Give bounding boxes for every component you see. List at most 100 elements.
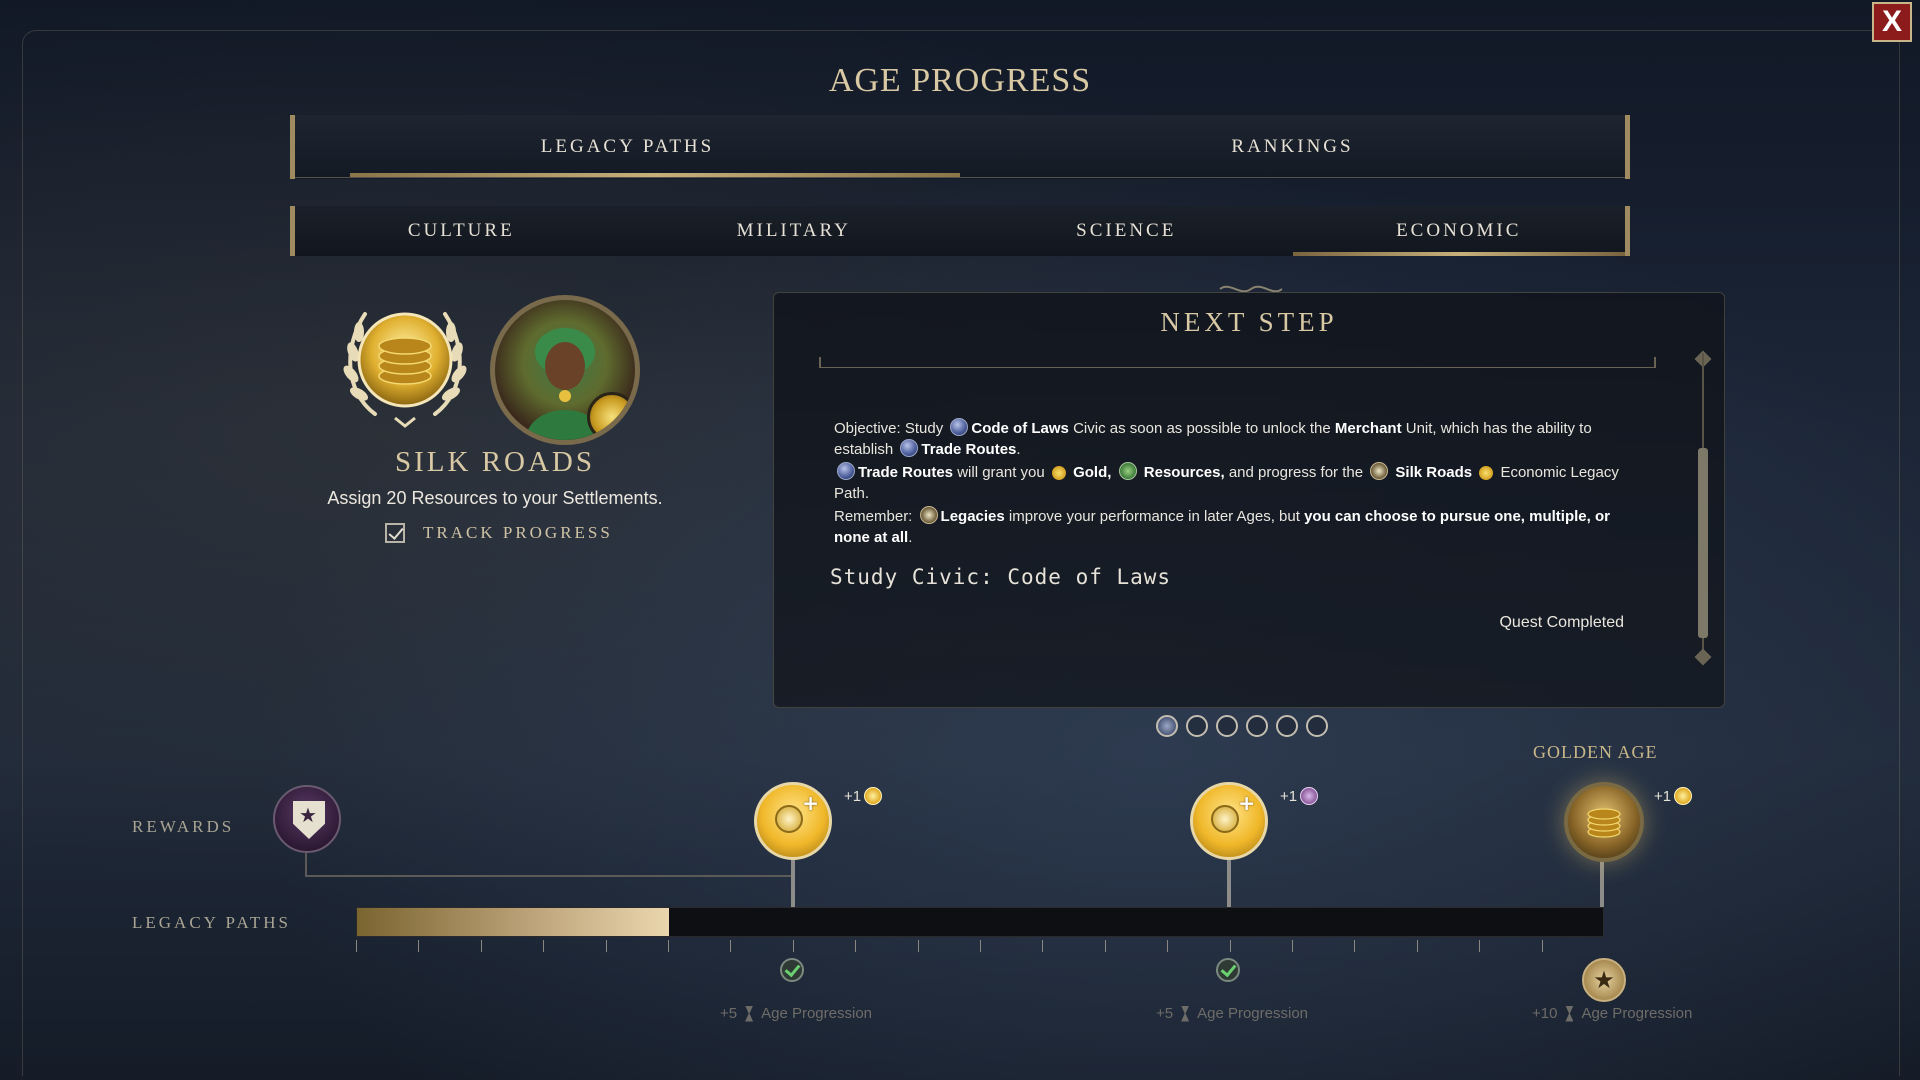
reward-bonus-value: +1 [844,787,862,805]
legacy-icon [1370,462,1389,480]
gold-icon [1051,466,1066,480]
pager-dot[interactable] [1156,715,1178,737]
progress-tick [1479,940,1481,952]
tabs-divider [295,177,1625,178]
reward-bonus-value: +1 [1280,787,1298,805]
age-progression-text: Age Progression [1197,1005,1309,1022]
code-of-laws-keyword: Code of Laws [971,420,1069,437]
pager-dot[interactable] [1216,715,1238,737]
age-progression-2: +5 Age Progression [1156,1005,1308,1022]
coin-stack-icon [1587,808,1621,838]
resources-keyword: Resources, [1143,464,1225,481]
civic-icon [950,418,969,436]
legacy-path-name: SILK ROADS [395,446,595,478]
milestone-stem [1227,858,1231,908]
progress-tick [980,940,981,952]
text-segment: Civic as soon as possible to unlock the [1073,420,1331,437]
progress-tick [1354,940,1356,952]
page-title: AGE PROGRESS [828,62,1092,99]
plus-icon: + [802,791,819,815]
text-segment: will grant you [957,464,1045,481]
gold-icon [864,787,883,805]
progress-tick [1042,940,1044,952]
tab-economic[interactable]: ECONOMIC [1292,206,1626,256]
progress-tick [1104,940,1106,952]
gold-icon [1674,787,1693,805]
shield-star-icon [293,801,325,839]
hourglass-icon [1565,1005,1574,1022]
reward-connector [305,853,307,877]
reward-connector [305,875,795,877]
trade-routes-keyword: Trade Routes [858,464,954,481]
progress-tick [480,940,482,952]
milestone-complete-check-icon [780,958,804,982]
golden-age-label: GOLDEN AGE [1533,742,1658,762]
text-segment: . [1016,441,1021,458]
gold-keyword: Gold, [1073,464,1112,481]
objective-line-2: Trade Routes will grant you Gold, Resour… [834,462,1634,504]
scrollbar-thumb[interactable] [1698,448,1708,638]
progress-tick [730,940,732,952]
legacy-paths-label: LEGACY PATHS [132,913,291,932]
reward-bonus-value: +1 [1654,787,1672,805]
track-progress-label: TRACK PROGRESS [423,523,613,542]
golden-age-star-icon: ★ [1582,958,1626,1002]
coin-icon [1211,805,1239,833]
progress-tick [605,940,607,952]
trade-route-icon [900,439,919,457]
progress-tick [1416,940,1418,952]
tab-culture[interactable]: CULTURE [295,206,628,256]
leader-portrait [490,295,640,445]
starting-reward-badge[interactable] [273,785,341,853]
progress-tick [1541,940,1543,952]
text-segment: . [908,529,913,546]
age-progression-3: +10 Age Progression [1532,1005,1692,1022]
age-progression-text: Age Progression [761,1005,873,1022]
progress-tick [356,940,357,952]
progress-tick [1167,940,1169,952]
tab-science[interactable]: SCIENCE [960,206,1293,256]
gold-coin-icon [587,392,635,440]
objective-line-1: Objective: Study Code of Laws Civic as s… [834,418,1634,460]
tab-legacy-paths[interactable]: LEGACY PATHS [295,115,960,179]
silk-roads-keyword: Silk Roads [1395,464,1473,481]
main-tabs: LEGACY PATHS RANKINGS [290,115,1630,179]
pager-dot[interactable] [1306,715,1328,737]
objective-line-3: Remember: Legacies improve your performa… [834,506,1634,548]
close-button[interactable]: X [1872,2,1912,42]
quest-objective: Study Civic: Code of Laws [830,565,1172,589]
plus-icon: + [1238,791,1255,815]
milestone-stem [791,858,795,908]
pager-dot[interactable] [1246,715,1268,737]
rewards-label: REWARDS [132,817,235,836]
economic-wreath-icon [343,312,467,428]
pager-dot[interactable] [1186,715,1208,737]
milestone-stem [1600,858,1604,908]
legacies-keyword: Legacies [940,508,1005,525]
hourglass-icon [1181,1005,1190,1022]
reward-bonus-1: +1 [844,787,883,805]
age-points: +5 [720,1005,738,1022]
progress-tick [1292,940,1293,952]
tab-military[interactable]: MILITARY [628,206,961,256]
milestone-reward-1[interactable]: + [754,782,832,860]
coin-icon [775,805,803,833]
golden-age-reward[interactable] [1564,782,1644,862]
influence-icon [1300,787,1319,805]
pager-dot[interactable] [1276,715,1298,737]
legacy-icon [919,506,938,524]
text-segment: Remember: [834,508,913,525]
text-segment: and progress for the [1228,464,1364,481]
legacy-progress-fill [357,908,669,936]
reward-bonus-3: +1 [1654,787,1693,805]
trade-routes-keyword: Trade Routes [921,441,1017,458]
scroll-down-arrow[interactable] [1694,648,1712,666]
milestone-reward-2[interactable]: + [1190,782,1268,860]
next-step-title: NEXT STEP [1160,307,1338,337]
progress-tick [668,940,669,952]
tab-rankings[interactable]: RANKINGS [960,115,1625,179]
quest-status: Quest Completed [1499,614,1624,631]
track-progress-checkbox[interactable] [385,523,405,543]
track-progress-toggle[interactable]: TRACK PROGRESS [385,523,613,543]
step-pager [1156,715,1328,737]
